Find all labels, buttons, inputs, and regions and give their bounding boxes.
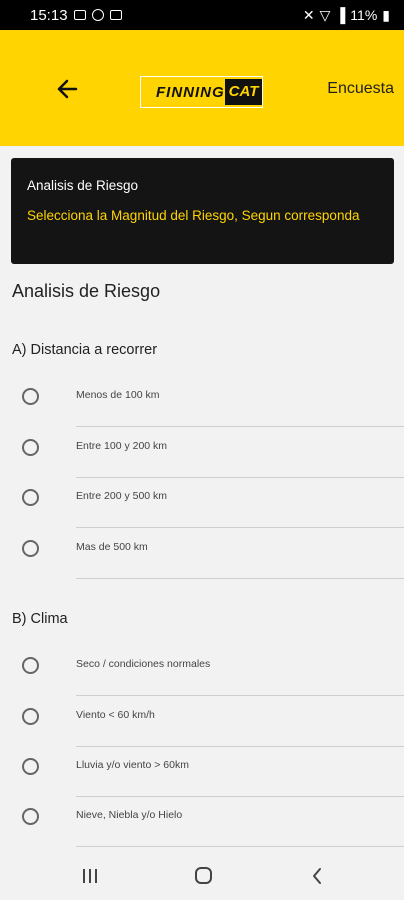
option-row[interactable]: Entre 200 y 500 km xyxy=(0,481,404,532)
logo-finning-text: FINNING xyxy=(156,83,225,101)
option-row[interactable]: Nieve, Niebla y/o Hielo xyxy=(0,800,404,851)
radio-button[interactable] xyxy=(22,708,39,725)
radio-button[interactable] xyxy=(22,758,39,775)
option-label: Menos de 100 km xyxy=(76,389,160,401)
option-label: Lluvia y/o viento > 60km xyxy=(76,759,189,771)
radio-button[interactable] xyxy=(22,808,39,825)
question-title-distance: A) Distancia a recorrer xyxy=(12,342,158,358)
info-card: Analisis de Riesgo Selecciona la Magnitu… xyxy=(11,158,394,264)
battery-level: 11% xyxy=(350,7,378,23)
option-label: Viento < 60 km/h xyxy=(76,709,155,721)
option-label: Entre 200 y 500 km xyxy=(76,490,168,502)
system-nav-bar xyxy=(0,852,404,900)
option-label: Entre 100 y 200 km xyxy=(76,440,168,452)
back-icon[interactable] xyxy=(311,867,323,885)
divider xyxy=(76,846,404,847)
gallery-icon xyxy=(73,10,86,20)
app-title: Encuesta xyxy=(327,80,394,97)
signal-icon: ▐ xyxy=(335,7,346,23)
divider xyxy=(76,426,404,427)
option-row[interactable]: Viento < 60 km/h xyxy=(0,700,404,751)
section-title: Analisis de Riesgo xyxy=(12,281,161,301)
radio-button[interactable] xyxy=(22,489,39,506)
option-label: Seco / condiciones normales xyxy=(76,658,211,670)
divider xyxy=(76,578,404,579)
option-row[interactable]: Menos de 100 km xyxy=(0,380,404,431)
mute-icon: ✕ xyxy=(302,6,315,23)
finning-cat-logo: FINNING CAT xyxy=(140,76,263,108)
info-card-subtitle: Selecciona la Magnitud del Riesgo, Segun… xyxy=(27,208,360,223)
radio-button[interactable] xyxy=(22,657,39,674)
home-icon[interactable] xyxy=(195,867,212,884)
radio-button[interactable] xyxy=(22,540,39,557)
app-bar: FINNING CAT Encuesta xyxy=(0,30,404,146)
battery-icon: ▮ xyxy=(382,6,390,23)
notification-icon xyxy=(91,9,104,21)
option-row[interactable]: Mas de 500 km xyxy=(0,532,404,583)
wifi-icon: ▽ xyxy=(319,6,331,23)
question-title-weather: B) Clima xyxy=(12,611,68,627)
divider xyxy=(76,527,404,528)
option-row[interactable]: Entre 100 y 200 km xyxy=(0,431,404,482)
radio-button[interactable] xyxy=(22,439,39,456)
option-label: Nieve, Niebla y/o Hielo xyxy=(76,809,183,821)
divider xyxy=(76,695,404,696)
divider xyxy=(76,796,404,797)
radio-button[interactable] xyxy=(22,388,39,405)
option-row[interactable]: Lluvia y/o viento > 60km xyxy=(0,750,404,801)
logo-cat-badge: CAT xyxy=(224,79,263,105)
status-bar: 15:13 ✕ ▽ ▐ 11% ▮ xyxy=(0,0,404,30)
divider xyxy=(76,746,404,747)
divider xyxy=(76,477,404,478)
info-card-title: Analisis de Riesgo xyxy=(27,178,139,193)
option-label: Mas de 500 km xyxy=(76,541,148,553)
back-arrow-icon[interactable] xyxy=(50,74,84,104)
recents-icon[interactable] xyxy=(83,869,99,883)
car-icon xyxy=(109,10,122,20)
option-row[interactable]: Seco / condiciones normales xyxy=(0,649,404,700)
status-time: 15:13 xyxy=(30,6,68,24)
